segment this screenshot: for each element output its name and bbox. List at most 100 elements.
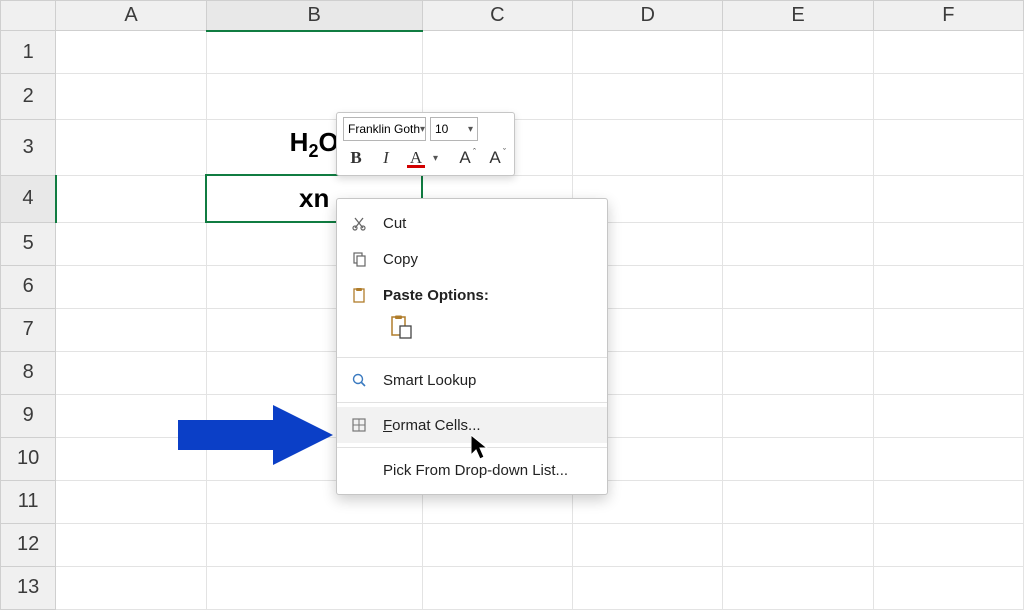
row-header-10[interactable]: 10 <box>1 437 56 480</box>
cell-E2[interactable] <box>723 74 873 120</box>
cell-F6[interactable] <box>873 265 1023 308</box>
menu-pick-from-list[interactable]: Pick From Drop-down List... <box>337 452 607 488</box>
menu-copy[interactable]: Copy <box>337 241 607 277</box>
cell-B4-value: xn <box>299 183 329 213</box>
cell-F13[interactable] <box>873 566 1023 609</box>
row-header-1[interactable]: 1 <box>1 31 56 74</box>
cell-F3[interactable] <box>873 120 1023 176</box>
search-icon <box>349 370 369 390</box>
cell-A13[interactable] <box>56 566 206 609</box>
menu-paste-options-label: Paste Options: <box>383 287 489 304</box>
cell-E6[interactable] <box>723 265 873 308</box>
paste-button[interactable] <box>383 309 419 345</box>
row-header-9[interactable]: 9 <box>1 394 56 437</box>
cell-A5[interactable] <box>56 222 206 265</box>
cell-E9[interactable] <box>723 394 873 437</box>
cell-E8[interactable] <box>723 351 873 394</box>
row-header-7[interactable]: 7 <box>1 308 56 351</box>
menu-separator <box>337 402 607 403</box>
cell-D1[interactable] <box>573 31 723 74</box>
menu-paste-options-header: Paste Options: <box>337 277 607 307</box>
menu-cut[interactable]: Cut <box>337 205 607 241</box>
cell-D12[interactable] <box>573 523 723 566</box>
row-header-13[interactable]: 13 <box>1 566 56 609</box>
select-all-corner[interactable] <box>1 1 56 31</box>
cell-F5[interactable] <box>873 222 1023 265</box>
menu-smart-lookup[interactable]: Smart Lookup <box>337 362 607 398</box>
col-header-E[interactable]: E <box>723 1 873 31</box>
cell-F11[interactable] <box>873 480 1023 523</box>
cell-C1[interactable] <box>422 31 572 74</box>
col-header-A[interactable]: A <box>56 1 206 31</box>
cell-F9[interactable] <box>873 394 1023 437</box>
shrink-font-button[interactable]: Aˇ <box>482 145 508 171</box>
font-color-button[interactable]: A <box>403 145 429 171</box>
cell-E10[interactable] <box>723 437 873 480</box>
grow-font-button[interactable]: Aˆ <box>452 145 478 171</box>
row-header-2[interactable]: 2 <box>1 74 56 120</box>
clipboard-icon <box>349 285 369 305</box>
cell-D2[interactable] <box>573 74 723 120</box>
cell-F2[interactable] <box>873 74 1023 120</box>
row-header-8[interactable]: 8 <box>1 351 56 394</box>
row-header-3[interactable]: 3 <box>1 120 56 176</box>
cell-E7[interactable] <box>723 308 873 351</box>
font-name-combo[interactable]: Franklin Goth ▾ <box>343 117 426 141</box>
row-header-12[interactable]: 12 <box>1 523 56 566</box>
cell-E13[interactable] <box>723 566 873 609</box>
cell-F1[interactable] <box>873 31 1023 74</box>
menu-format-cells-label: Format Cells... <box>383 417 481 434</box>
cell-A4[interactable] <box>56 175 206 222</box>
menu-cut-label: Cut <box>383 215 406 232</box>
menu-format-cells[interactable]: Format Cells... <box>337 407 607 443</box>
cell-E1[interactable] <box>723 31 873 74</box>
row-header-4[interactable]: 4 <box>1 175 56 222</box>
cell-D13[interactable] <box>573 566 723 609</box>
cell-B12[interactable] <box>206 523 422 566</box>
copy-icon <box>349 249 369 269</box>
row-header-11[interactable]: 11 <box>1 480 56 523</box>
cell-C12[interactable] <box>422 523 572 566</box>
font-name-value: Franklin Goth <box>348 122 420 136</box>
cell-A3[interactable] <box>56 120 206 176</box>
cell-B1[interactable] <box>206 31 422 74</box>
cell-C13[interactable] <box>422 566 572 609</box>
menu-separator <box>337 357 607 358</box>
row-header-6[interactable]: 6 <box>1 265 56 308</box>
cell-A1[interactable] <box>56 31 206 74</box>
cell-A6[interactable] <box>56 265 206 308</box>
menu-smart-lookup-label: Smart Lookup <box>383 372 476 389</box>
cell-A12[interactable] <box>56 523 206 566</box>
mini-toolbar: Franklin Goth ▾ 10 ▾ B I A ▾ Aˆ Aˇ <box>336 112 515 176</box>
col-header-C[interactable]: C <box>422 1 572 31</box>
chevron-down-icon: ▾ <box>468 124 473 135</box>
col-header-D[interactable]: D <box>573 1 723 31</box>
cell-E11[interactable] <box>723 480 873 523</box>
cell-E12[interactable] <box>723 523 873 566</box>
cell-F12[interactable] <box>873 523 1023 566</box>
row-header-5[interactable]: 5 <box>1 222 56 265</box>
cell-A11[interactable] <box>56 480 206 523</box>
cell-A2[interactable] <box>56 74 206 120</box>
cell-A7[interactable] <box>56 308 206 351</box>
cell-D3[interactable] <box>573 120 723 176</box>
font-size-combo[interactable]: 10 ▾ <box>430 117 478 141</box>
col-header-F[interactable]: F <box>873 1 1023 31</box>
cell-F8[interactable] <box>873 351 1023 394</box>
cell-E4[interactable] <box>723 175 873 222</box>
cell-E3[interactable] <box>723 120 873 176</box>
cell-E5[interactable] <box>723 222 873 265</box>
menu-separator <box>337 447 607 448</box>
chevron-down-icon: ▾ <box>420 124 425 135</box>
context-menu: Cut Copy Paste Options: Smart Lookup <box>336 198 608 495</box>
italic-button[interactable]: I <box>373 145 399 171</box>
cell-A8[interactable] <box>56 351 206 394</box>
cell-F4[interactable] <box>873 175 1023 222</box>
col-header-B[interactable]: B <box>206 1 422 31</box>
cell-B13[interactable] <box>206 566 422 609</box>
cell-F7[interactable] <box>873 308 1023 351</box>
bold-button[interactable]: B <box>343 145 369 171</box>
chevron-down-icon[interactable]: ▾ <box>433 153 438 164</box>
cell-F10[interactable] <box>873 437 1023 480</box>
scissors-icon <box>349 213 369 233</box>
